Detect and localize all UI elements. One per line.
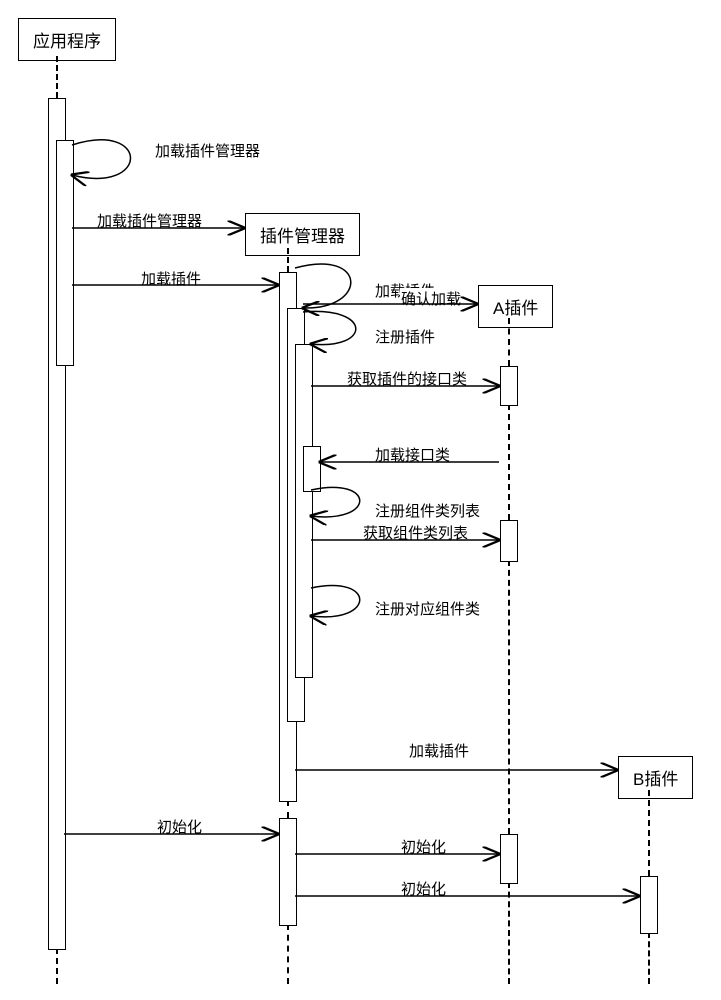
activation-b-init — [640, 876, 658, 934]
participant-plugin-b: B插件 — [618, 756, 693, 799]
label-get-plugin-interface: 获取插件的接口类 — [346, 368, 468, 389]
label-initialize-b: 初始化 — [400, 878, 447, 899]
activation-a-componentlist — [500, 520, 518, 562]
participant-app: 应用程序 — [18, 18, 116, 61]
lifeline-a-1 — [508, 318, 510, 366]
label-register-plugin: 注册插件 — [374, 326, 436, 347]
lifeline-b-2 — [648, 932, 650, 984]
label-get-component-list: 获取组件类列表 — [362, 522, 469, 543]
activation-app-inner — [56, 140, 74, 366]
activation-manager-inner2 — [295, 344, 313, 678]
label-register-component-list: 注册组件类列表 — [374, 500, 481, 521]
label-confirm-load: 确认加载 — [400, 288, 462, 309]
lifeline-app-top — [56, 56, 58, 98]
label-initialize: 初始化 — [156, 816, 203, 837]
lifeline-manager-bottom — [287, 924, 289, 984]
participant-manager: 插件管理器 — [245, 213, 360, 256]
lifeline-manager-mid — [287, 800, 289, 818]
participant-plugin-a: A插件 — [478, 285, 553, 328]
activation-a-interface — [500, 366, 518, 406]
label-load-interface: 加载接口类 — [374, 444, 451, 465]
lifeline-a-3 — [508, 560, 510, 834]
activation-manager-load-interface — [303, 446, 321, 492]
lifeline-manager-top — [287, 248, 289, 272]
label-load-plugin: 加载插件 — [140, 268, 202, 289]
activation-manager-init — [279, 818, 297, 926]
label-load-plugin-manager-self: 加载插件管理器 — [154, 140, 261, 161]
activation-a-init — [500, 834, 518, 884]
label-initialize-a: 初始化 — [400, 836, 447, 857]
label-load-plugin-b: 加载插件 — [408, 740, 470, 761]
lifeline-b-1 — [648, 790, 650, 876]
lifeline-a-4 — [508, 882, 510, 984]
arrows-overlay — [0, 0, 721, 1000]
label-register-corresponding-component: 注册对应组件类 — [374, 598, 481, 619]
label-load-plugin-manager: 加载插件管理器 — [96, 210, 203, 231]
lifeline-a-2 — [508, 404, 510, 520]
lifeline-app-bottom — [56, 948, 58, 984]
